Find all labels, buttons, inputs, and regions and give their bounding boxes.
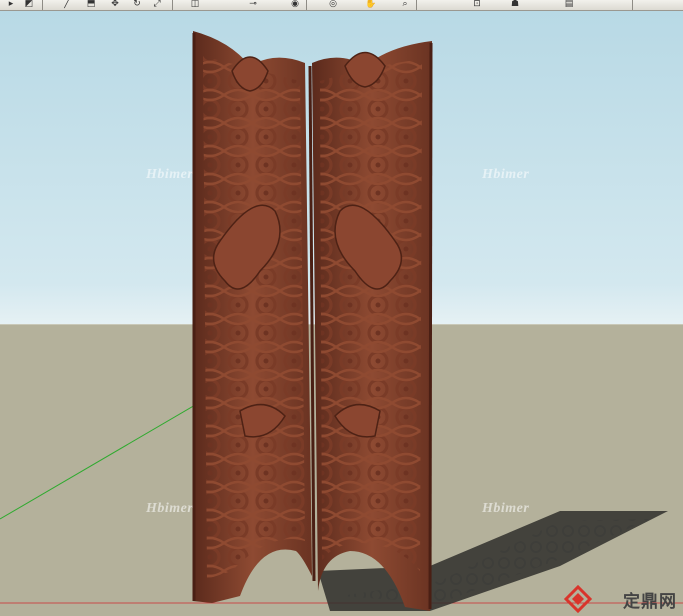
toolbar-separator — [172, 0, 173, 10]
toolbar-separator — [306, 0, 307, 10]
brand-text: 定鼎网 — [623, 591, 677, 612]
scale-icon[interactable]: ⤢ — [150, 0, 164, 9]
paint-bucket-icon[interactable]: ◉ — [288, 0, 302, 9]
zoom-extents-icon[interactable]: ⊡ — [470, 0, 484, 9]
tape-measure-icon[interactable]: ⊸ — [246, 0, 260, 9]
toolbar-separator — [416, 0, 417, 10]
rotate-icon[interactable]: ↻ — [130, 0, 144, 9]
toolbar-separator — [42, 0, 43, 10]
move-icon[interactable]: ✥ — [108, 0, 122, 9]
toolbar: ▸ ◩ ╱ ⬒ ✥ ↻ ⤢ ◫ ⊸ ◉ ◎ ✋ ⌕ ⊡ ☗ ▤ — [0, 0, 683, 11]
carving-lattice-right — [320, 59, 422, 571]
brand-logo-icon — [563, 584, 593, 614]
brand-watermark: 定鼎网 — [623, 588, 677, 612]
3d-viewport[interactable]: Hbimer Hbimer Hbimer Hbimer 定鼎网 — [0, 11, 683, 616]
carved-folding-screen[interactable] — [192, 31, 433, 611]
select-arrow-icon[interactable]: ▸ — [4, 0, 18, 9]
offset-icon[interactable]: ◫ — [188, 0, 202, 9]
orbit-icon[interactable]: ◎ — [326, 0, 340, 9]
carving-lattice-left — [203, 56, 305, 579]
section-icon[interactable]: ▤ — [562, 0, 576, 9]
toolbar-separator — [632, 0, 633, 10]
zoom-icon[interactable]: ⌕ — [398, 0, 412, 9]
frame-edge-right — [428, 42, 433, 610]
walk-icon[interactable]: ☗ — [508, 0, 522, 9]
scene-canvas — [0, 31, 683, 614]
sketchup-window: ▸ ◩ ╱ ⬒ ✥ ↻ ⤢ ◫ ⊸ ◉ ◎ ✋ ⌕ ⊡ ☗ ▤ Hbimer H… — [0, 0, 683, 616]
push-pull-icon[interactable]: ⬒ — [84, 0, 98, 9]
pan-icon[interactable]: ✋ — [364, 0, 378, 9]
line-icon[interactable]: ╱ — [60, 0, 74, 9]
eraser-icon[interactable]: ◩ — [22, 0, 36, 9]
